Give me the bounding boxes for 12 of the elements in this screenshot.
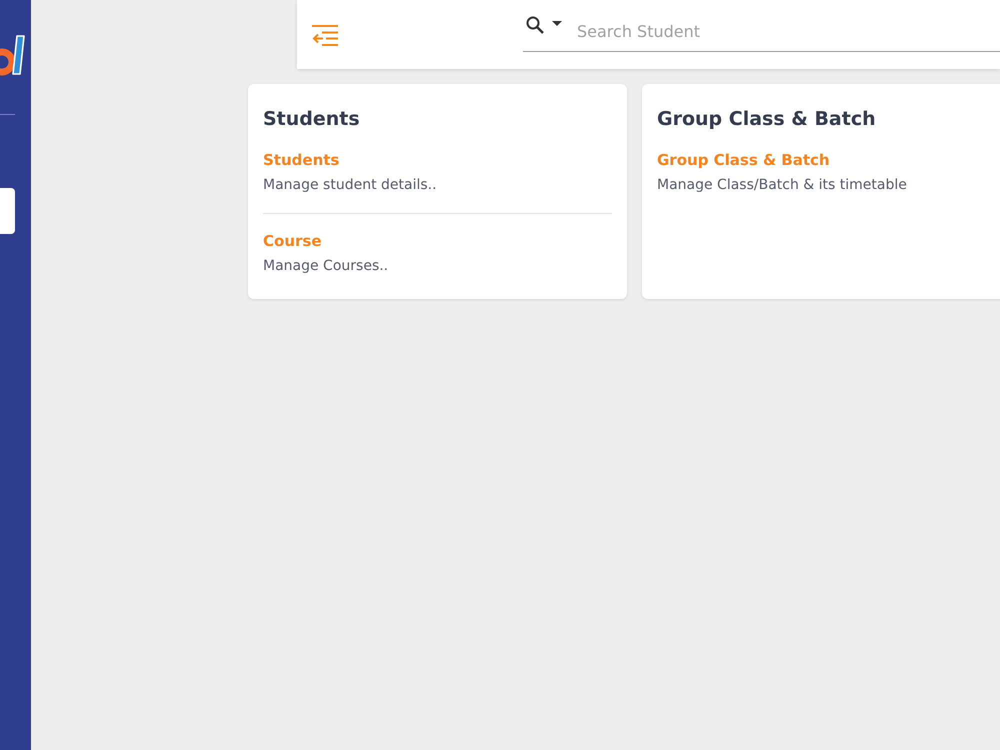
search-icon[interactable]: [526, 16, 544, 34]
module-description: Manage Courses..: [263, 257, 390, 276]
card-title: Students: [263, 107, 361, 132]
module-link[interactable]: Group Class & Batch: [657, 149, 830, 171]
logo-icon: [0, 32, 26, 78]
card-title: Group Class & Batch: [657, 107, 877, 132]
module-link[interactable]: Course: [263, 230, 322, 252]
module-description: Manage Class/Batch & its timetable: [657, 176, 908, 195]
search-field[interactable]: Search Student: [577, 19, 897, 43]
caret-icon[interactable]: [552, 21, 562, 26]
module-description: Manage student details..: [263, 176, 438, 195]
module-link[interactable]: Students: [263, 149, 340, 171]
